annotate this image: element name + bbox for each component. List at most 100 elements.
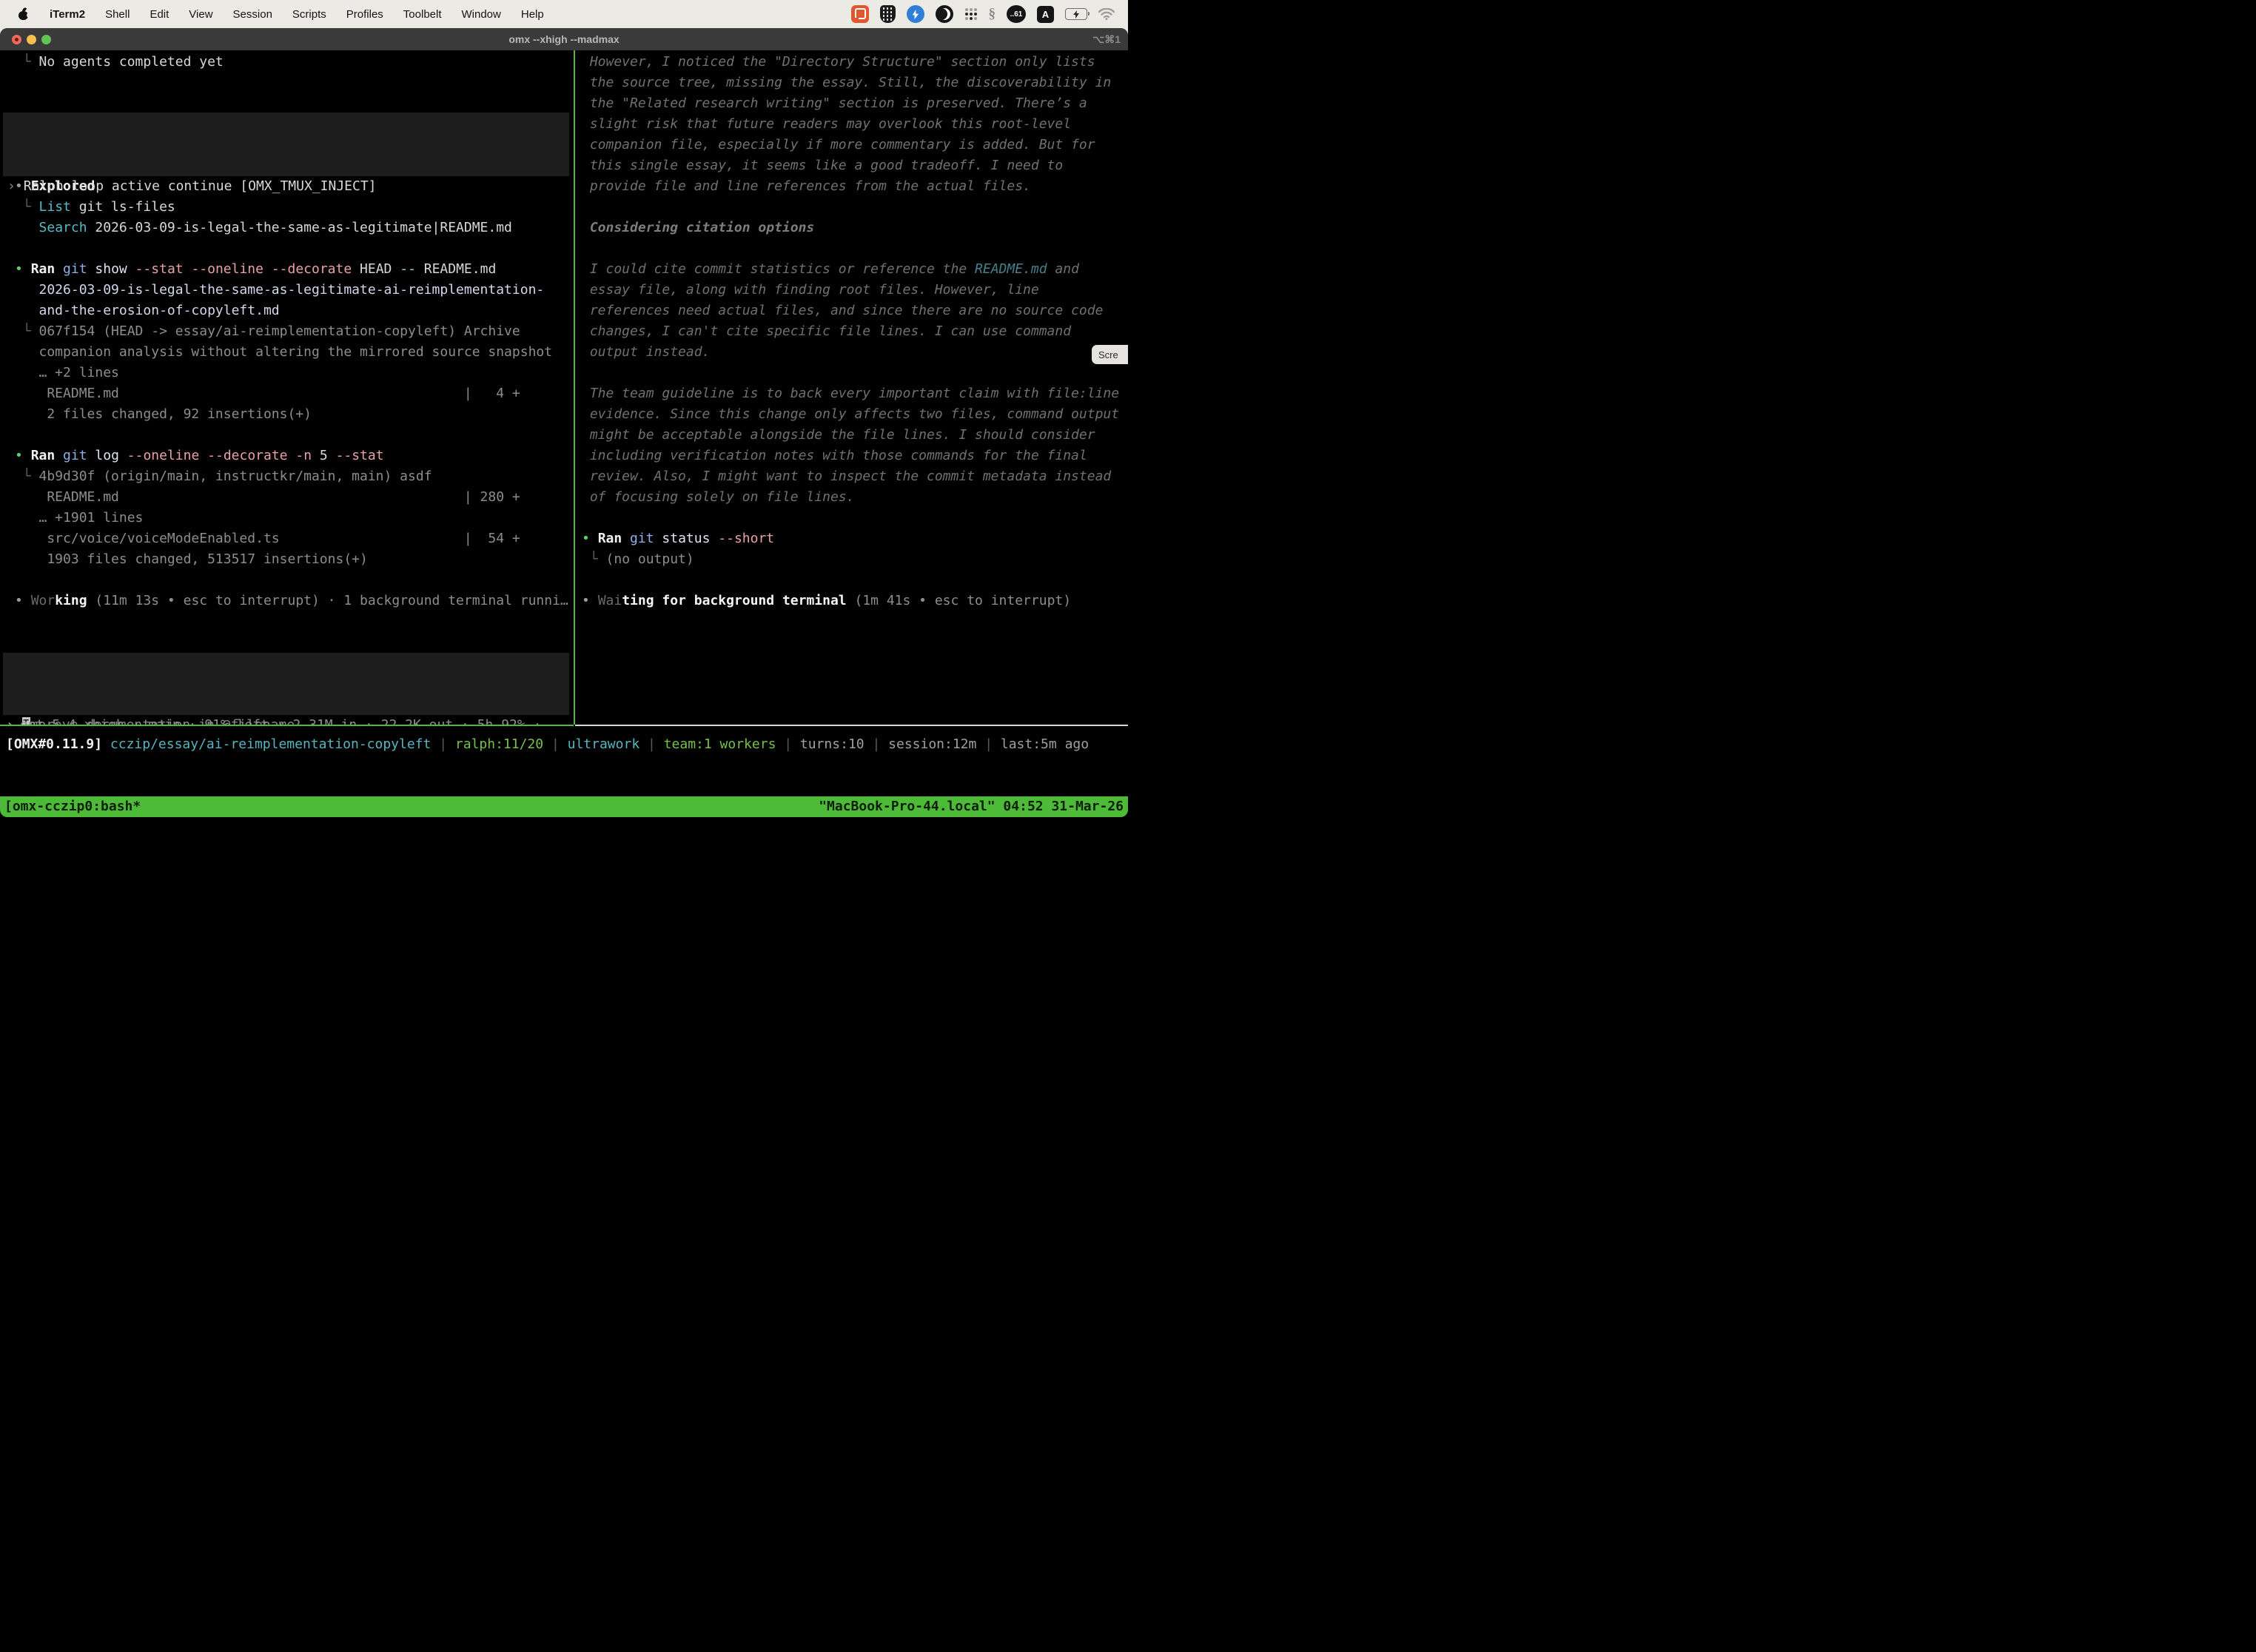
right-pane-scrollback: However, I noticed the "Directory Struct… (582, 52, 1128, 611)
text-segment: of focusing solely on file lines. (582, 489, 854, 505)
text-segment: Considering citation options (582, 220, 814, 235)
text-segment: | (976, 736, 1001, 752)
terminal-line: • Ran git status --short (582, 528, 1128, 549)
text-segment: Wai (598, 593, 622, 608)
menu-item-toolbelt[interactable]: Toolbelt (403, 8, 442, 21)
notification-app-icon[interactable] (851, 5, 869, 23)
dots-grid-icon[interactable] (964, 7, 978, 21)
menu-item-profiles[interactable]: Profiles (346, 8, 383, 21)
menu-item-session[interactable]: Session (233, 8, 272, 21)
terminal-line: the source tree, missing the essay. Stil… (582, 73, 1128, 93)
terminal-line (15, 73, 574, 93)
terminal-line: slight risk that future readers may over… (582, 114, 1128, 135)
terminal-line: … +2 lines (15, 363, 574, 383)
terminal-line: └ (no output) (582, 549, 1128, 570)
text-segment: └ (582, 551, 606, 567)
terminal-line: 2 files changed, 92 insertions(+) (15, 404, 574, 425)
text-segment: git (63, 261, 95, 277)
menu-item-edit[interactable]: Edit (150, 8, 169, 21)
crescent-circle-icon[interactable] (936, 5, 953, 23)
text-segment: [OMX#0.11.9] (6, 736, 102, 752)
menu-item-iterm2[interactable]: iTerm2 (50, 8, 85, 21)
text-segment: cczip/essay/ai-reimplementation-copyleft (110, 736, 431, 752)
text-segment: No agents completed yet (39, 54, 224, 70)
text-segment: log (95, 448, 127, 463)
text-segment: and (1047, 261, 1079, 277)
terminal-line: └ 067f154 (HEAD -> essay/ai-reimplementa… (15, 321, 574, 342)
text-segment: HEAD (360, 261, 400, 277)
text-segment: git (63, 448, 95, 463)
text-segment: README.md | 280 + (15, 489, 520, 505)
squiggle-icon[interactable]: § (989, 6, 996, 22)
terminal-line: including verification notes with those … (582, 446, 1128, 466)
menu-item-view[interactable]: View (189, 8, 212, 21)
text-segment: (11m 13s • esc to interrupt) · 1 backgro… (87, 593, 568, 608)
text-segment: … +2 lines (15, 365, 119, 380)
text-segment: -- (400, 261, 424, 277)
pane-divider[interactable] (574, 50, 575, 725)
left-pane-bottom-border (0, 725, 574, 726)
screen-share-pill[interactable]: Scre (1092, 345, 1128, 364)
text-segment: … +1901 lines (15, 510, 143, 526)
text-segment: companion file, especially if more comme… (582, 137, 1095, 152)
tmux-host-clock-label: "MacBook-Pro-44.local" 04:52 31-Mar-26 (819, 796, 1124, 817)
text-segment: Ran (598, 531, 630, 546)
tmux-left-pane[interactable]: └ No agents completed yet• Explored └ Li… (0, 50, 574, 725)
terminal-line (582, 363, 1128, 383)
text-segment: --stat (135, 261, 192, 277)
terminal-line: companion file, especially if more comme… (582, 135, 1128, 155)
text-segment: 2026-03-09-is-legal-the-same-as-legitima… (15, 282, 544, 298)
inject-banner-line: › Ralph loop active continue [OMX_TMUX_I… (3, 154, 569, 197)
left-prompt-input[interactable]: › Improve documentation in @filename (3, 653, 569, 715)
terminal-line: However, I noticed the "Directory Struct… (582, 52, 1128, 73)
text-segment: › (7, 178, 24, 194)
menubar-status-icons: § ..61 A (851, 5, 1115, 23)
text-segment: README.md (975, 261, 1047, 277)
terminal-line: • Working (11m 13s • esc to interrupt) ·… (15, 591, 574, 611)
terminal-line: 2026-03-09-is-legal-the-same-as-legitima… (15, 280, 574, 300)
text-segment: review. Also, I might want to inspect th… (582, 469, 1111, 484)
terminal-line: evidence. Since this change only affects… (582, 404, 1128, 425)
terminal-line: the "Related research writing" section i… (582, 93, 1128, 114)
text-segment: src/voice/voiceModeEnabled.ts | 54 + (15, 531, 520, 546)
text-segment: the "Related research writing" section i… (582, 95, 1087, 111)
battery-count-icon[interactable]: ..61 (1007, 5, 1026, 23)
terminal-line (15, 93, 574, 114)
text-segment: (no output) (606, 551, 694, 567)
sync-circle-icon[interactable] (907, 5, 924, 23)
shield-grid-icon[interactable] (880, 5, 896, 23)
battery-icon[interactable] (1065, 8, 1087, 20)
text-segment: --oneline (191, 261, 271, 277)
text-segment: --oneline (127, 448, 207, 463)
text-segment: status (662, 531, 718, 546)
text-segment: show (95, 261, 135, 277)
text-segment: The team guideline is to back every impo… (582, 386, 1119, 401)
text-segment: -n (295, 448, 320, 463)
menu-item-scripts[interactable]: Scripts (292, 8, 326, 21)
text-segment: • (582, 593, 598, 608)
keyboard-layout-icon[interactable]: A (1037, 6, 1054, 23)
text-segment: Ran (31, 261, 63, 277)
text-segment: • (15, 593, 31, 608)
text-segment: └ (15, 323, 39, 339)
text-segment: | (431, 736, 455, 752)
text-segment: last:5m ago (1001, 736, 1089, 752)
right-pane-bottom-border (575, 725, 1128, 726)
tmux-right-pane[interactable]: However, I noticed the "Directory Struct… (575, 50, 1128, 725)
text-segment: --decorate (207, 448, 295, 463)
terminal-line: README.md | 280 + (15, 487, 574, 508)
window-title: omx --xhigh --madmax (0, 28, 1128, 50)
menu-item-window[interactable]: Window (462, 8, 501, 21)
menu-item-shell[interactable]: Shell (105, 8, 130, 21)
menu-item-help[interactable]: Help (521, 8, 544, 21)
text-segment: including verification notes with those … (582, 448, 1087, 463)
window-title-bar[interactable]: omx --xhigh --madmax ⌥⌘1 (0, 28, 1128, 50)
text-segment: └ (15, 469, 39, 484)
apple-menu-icon[interactable] (18, 7, 30, 21)
text-segment: 5 (320, 448, 336, 463)
terminal-line: this single essay, it seems like a good … (582, 155, 1128, 176)
text-segment: output instead. (582, 344, 710, 360)
wifi-icon[interactable] (1098, 8, 1115, 20)
text-segment: --short (718, 531, 774, 546)
tmux-session-label: [omx-cczip0:bash* (4, 796, 141, 817)
